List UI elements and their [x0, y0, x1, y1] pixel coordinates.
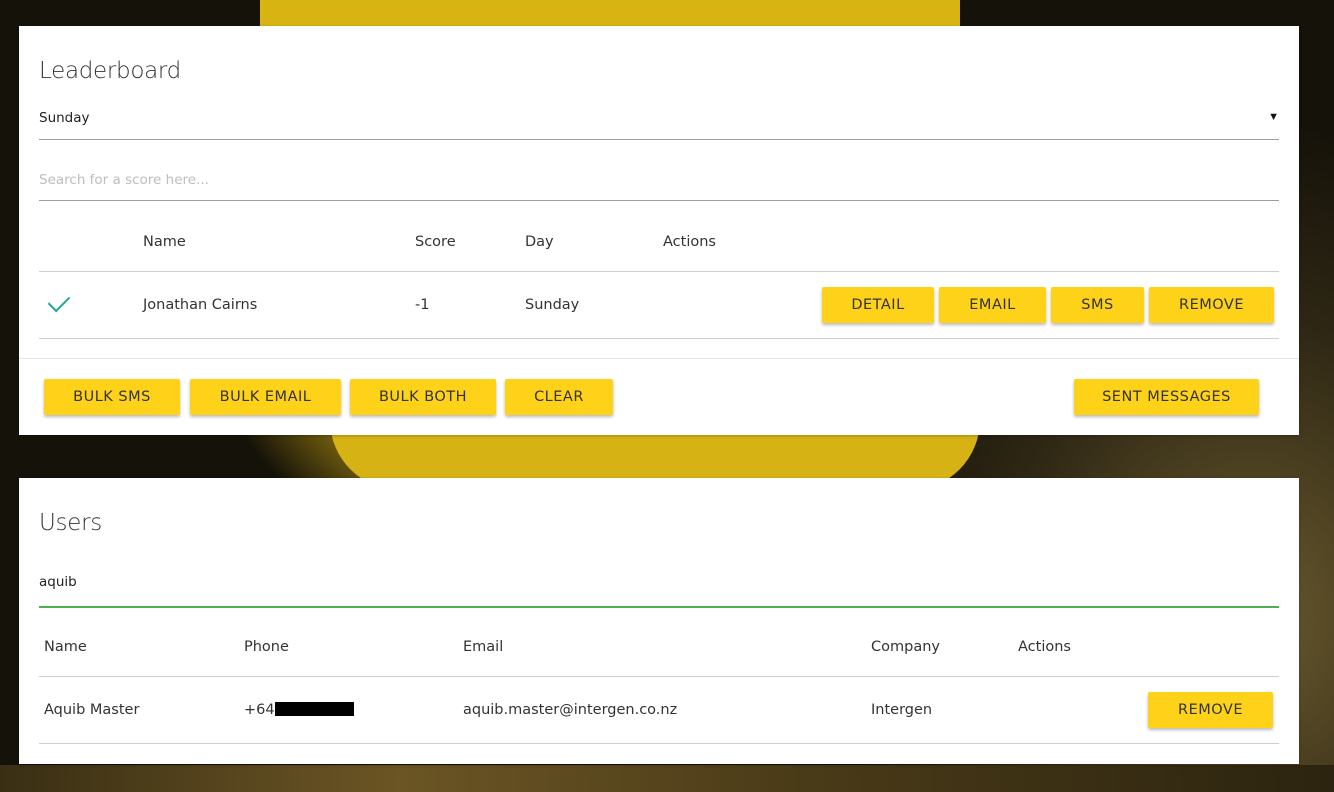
bulk-email-button[interactable]: BULK EMAIL — [190, 379, 341, 415]
redaction-bar — [274, 702, 354, 716]
sent-messages-button[interactable]: SENT MESSAGES — [1074, 379, 1259, 415]
detail-button[interactable]: DETAIL — [822, 287, 934, 323]
users-card: Users aquib Name Phone Email Company Act… — [19, 478, 1299, 764]
row-name: Jonathan Cairns — [143, 271, 415, 339]
sms-button[interactable]: SMS — [1051, 287, 1144, 323]
users-title: Users — [39, 510, 102, 536]
bulk-both-button[interactable]: BULK BOTH — [350, 379, 496, 415]
email-button[interactable]: EMAIL — [939, 287, 1046, 323]
users-table: Name Phone Email Company Actions Aquib M… — [39, 618, 1279, 744]
score-search-placeholder: Search for a score here... — [39, 172, 209, 188]
leaderboard-card: Leaderboard Sunday ▼ Search for a score … — [19, 26, 1299, 435]
user-company: Intergen — [871, 676, 1018, 744]
row-day: Sunday — [525, 271, 663, 339]
table-row[interactable]: Aquib Master +64 aquib.master@intergen.c… — [39, 676, 1279, 744]
users-header-row: Name Phone Email Company Actions — [39, 618, 1279, 677]
background-art-ground — [0, 765, 1334, 792]
col-select — [39, 213, 143, 272]
bulk-sms-button[interactable]: BULK SMS — [44, 379, 180, 415]
col-actions: Actions — [1018, 618, 1279, 677]
col-score: Score — [415, 213, 525, 272]
row-actions: DETAIL EMAIL SMS REMOVE — [663, 271, 1279, 339]
row-score: -1 — [415, 271, 525, 339]
user-name: Aquib Master — [39, 676, 244, 744]
remove-user-button[interactable]: REMOVE — [1148, 692, 1273, 728]
card-action-divider — [19, 358, 1299, 359]
col-email: Email — [463, 618, 871, 677]
user-phone-prefix: +64 — [244, 702, 275, 718]
remove-button[interactable]: REMOVE — [1149, 287, 1274, 323]
row-select-cell[interactable] — [39, 271, 143, 339]
score-search-input[interactable]: Search for a score here... — [39, 160, 1279, 201]
clear-button[interactable]: CLEAR — [505, 379, 613, 415]
leaderboard-title: Leaderboard — [39, 58, 181, 84]
col-name: Name — [143, 213, 415, 272]
col-company: Company — [871, 618, 1018, 677]
table-row[interactable]: Jonathan Cairns -1 Sunday DETAIL EMAIL S… — [39, 271, 1279, 339]
check-icon[interactable] — [47, 289, 71, 313]
day-select[interactable]: Sunday ▼ — [39, 103, 1279, 140]
user-actions: REMOVE — [1018, 676, 1279, 744]
user-search-input[interactable]: aquib — [39, 566, 1279, 608]
user-email: aquib.master@intergen.co.nz — [463, 676, 871, 744]
user-search-value: aquib — [39, 574, 77, 590]
leaderboard-header-row: Name Score Day Actions — [39, 213, 1279, 272]
col-name: Name — [39, 618, 244, 677]
caret-down-icon: ▼ — [1268, 111, 1279, 123]
col-actions: Actions — [663, 213, 1279, 272]
day-select-value: Sunday — [39, 110, 90, 126]
user-phone: +64 — [244, 676, 463, 744]
leaderboard-table: Name Score Day Actions Jonathan Cairns -… — [39, 213, 1279, 339]
col-phone: Phone — [244, 618, 463, 677]
col-day: Day — [525, 213, 663, 272]
